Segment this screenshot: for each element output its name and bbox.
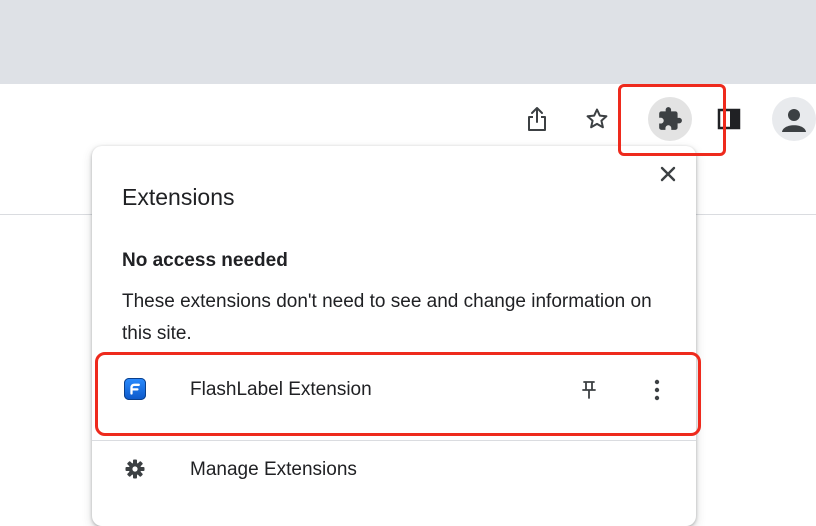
star-icon[interactable] — [580, 102, 614, 136]
flashlabel-logo-icon — [124, 378, 146, 400]
close-button[interactable] — [654, 160, 682, 188]
tab-strip — [0, 0, 816, 84]
section-heading: No access needed — [122, 250, 288, 271]
section-description: These extensions don't need to see and c… — [122, 291, 652, 344]
manage-extensions-label: Manage Extensions — [190, 459, 357, 480]
extensions-button[interactable] — [648, 97, 692, 141]
side-panel-icon[interactable] — [712, 102, 746, 136]
extension-row[interactable]: FlashLabel Extension — [92, 358, 696, 424]
profile-avatar[interactable] — [772, 97, 816, 141]
more-options-icon[interactable] — [644, 374, 670, 406]
popup-title: Extensions — [122, 184, 235, 210]
close-icon — [660, 166, 676, 182]
browser-toolbar — [0, 84, 816, 152]
gear-icon — [124, 458, 146, 480]
manage-extensions-item[interactable]: Manage Extensions — [92, 448, 696, 498]
extension-name: FlashLabel Extension — [190, 379, 372, 400]
extensions-popup: Extensions No access needed These extens… — [92, 146, 696, 526]
menu-divider — [92, 440, 696, 441]
share-icon[interactable] — [520, 102, 554, 136]
pin-icon[interactable] — [576, 376, 602, 404]
profile-icon — [779, 104, 809, 134]
puzzle-icon — [657, 106, 683, 132]
